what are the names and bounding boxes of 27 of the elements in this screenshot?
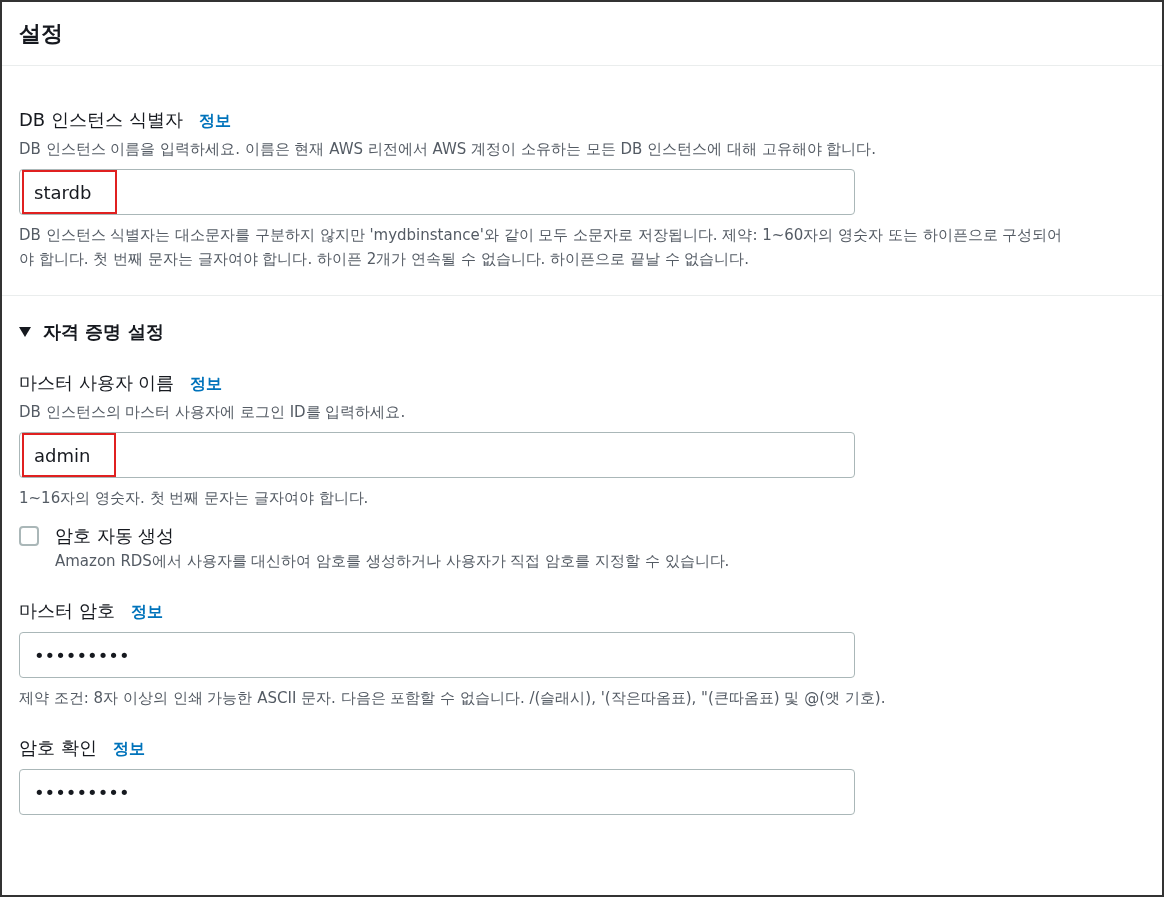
info-link[interactable]: 정보 (112, 737, 145, 761)
info-link[interactable]: 정보 (190, 372, 223, 396)
section-title: 설정 (19, 20, 63, 48)
checkbox-label: 암호 자동 생성 (55, 524, 176, 548)
input-value: admin (22, 433, 117, 477)
field-description: DB 인스턴스의 마스터 사용자에 로그인 ID를 입력하세요. (19, 402, 407, 423)
section-toggle[interactable]: 자격 증명 설정 (19, 318, 164, 345)
input-field[interactable]: ••••••••• (19, 632, 855, 678)
input-field[interactable]: ••••••••• (19, 769, 855, 815)
caret-icon (19, 326, 31, 337)
field-description: DB 인스턴스 이름을 입력하세요. 이름은 현재 AWS 리전에서 AWS 계정이 소유하는 모든 DB 인스턴스에 대해 고유해야 합니다. (19, 139, 878, 160)
checkbox[interactable] (19, 526, 39, 546)
input-value: stardb (22, 170, 118, 214)
field-label: 암호 확인 (19, 736, 97, 760)
input-value: ••••••••• (33, 780, 131, 805)
checkbox-description: Amazon RDS에서 사용자를 대신하여 암호를 생성하거나 사용자가 직접 암호를 지정할 수 있습니다. (55, 551, 730, 572)
constraint-text: 제약 조건: 8자 이상의 인쇄 가능한 ASCII 문자. 다음은 포함할 수 없습니다. /(슬래시), '(작은따옴표), "(큰따옴표) 및 @(앳 기호). (19, 688, 887, 709)
input-field[interactable]: stardb (19, 169, 855, 215)
info-link[interactable]: 정보 (198, 109, 231, 133)
info-link[interactable]: 정보 (130, 600, 163, 624)
input-field[interactable]: admin (19, 432, 855, 478)
field-label: DB 인스턴스 식별자 (19, 108, 183, 132)
field-label: 마스터 암호 (19, 599, 115, 623)
constraint-text: DB 인스턴스 식별자는 대소문자를 구분하지 않지만 'mydbinstance'와 같이 모두 소문자로 저장됩니다. 제약: 1~60자의 영숫자 또는 하이픈으로 구성되어야 합니다. 첫 번째 문자는 글자여야 합니다. 하이픈 2개가 연속될 수 없습니다. 하이픈으로 끝날 수 없습니다. (19, 225, 1064, 270)
field-label: 마스터 사용자 이름 (19, 371, 175, 395)
input-value: ••••••••• (33, 643, 131, 668)
constraint-text: 1~16자의 영숫자. 첫 번째 문자는 글자여야 합니다. (19, 488, 370, 509)
